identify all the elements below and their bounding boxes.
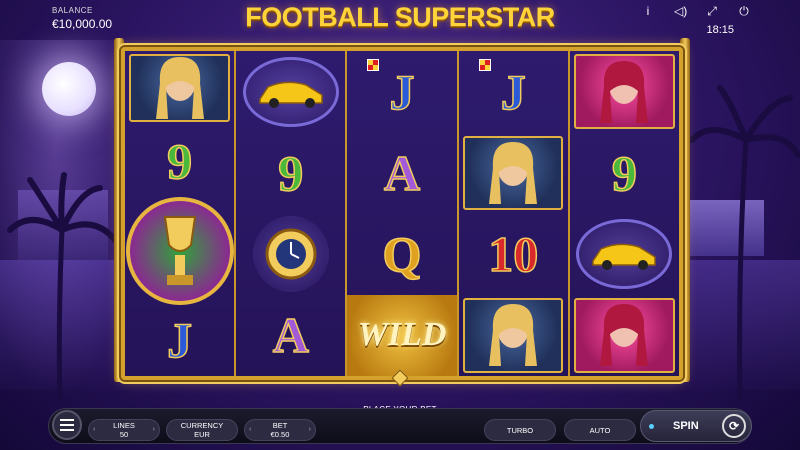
trophy-symbol — [125, 196, 234, 305]
football-chip-icon — [478, 59, 491, 71]
reel-2: 9 A — [236, 51, 348, 376]
reel-cell — [125, 196, 234, 305]
nine-symbol: 9 — [278, 144, 305, 202]
reel-cell: J — [459, 51, 568, 132]
reel-cell: Q — [347, 214, 456, 295]
spin-indicator-dot — [649, 424, 654, 429]
wild-symbol: WILD — [347, 294, 457, 376]
blonde-woman-symbol — [462, 135, 564, 211]
reel-cell: A — [347, 132, 456, 213]
j-symbol: J — [166, 312, 193, 370]
spin-button[interactable]: SPIN ⟳ — [640, 410, 752, 442]
reels: 9 J 9 A J A Q WILD J 10 9 — [125, 51, 679, 376]
q-symbol: Q — [382, 225, 422, 283]
power-icon[interactable]: ⏻ — [738, 4, 750, 19]
nine-symbol: 9 — [166, 132, 193, 190]
sports-car-symbol — [576, 219, 673, 290]
reel-cell: 9 — [236, 132, 345, 213]
menu-button[interactable] — [52, 410, 82, 440]
menu-icon — [60, 419, 74, 421]
palm-tree-decoration-right — [690, 85, 800, 400]
reel-cell — [459, 132, 568, 213]
clock: 18:15 — [706, 24, 734, 36]
palm-tree-decoration-left — [7, 172, 118, 400]
reel-cell: 10 — [459, 214, 568, 295]
decrease-bet-icon[interactable]: ‹ — [249, 425, 251, 434]
spin-label: SPIN — [673, 420, 699, 432]
reel-4: J 10 — [458, 51, 570, 376]
reel-cell — [570, 214, 679, 295]
auto-button[interactable]: AUTO — [564, 419, 636, 441]
spin-icon[interactable]: ⟳ — [722, 414, 746, 438]
reel-cell: 9 — [570, 132, 679, 213]
info-icon[interactable]: i — [642, 4, 654, 19]
reel-cell: 9 — [125, 125, 234, 197]
reels-frame: 9 J 9 A J A Q WILD J 10 9 — [121, 47, 683, 380]
reel-cell: WILD — [347, 294, 457, 376]
reel-1: 9 J — [125, 51, 237, 377]
reel-cell: A — [236, 295, 345, 376]
a-symbol: A — [383, 144, 421, 202]
fullscreen-icon[interactable]: ⤢ — [706, 4, 718, 19]
bet-selector[interactable]: ‹ BET €0.50 › — [244, 419, 316, 441]
top-toolbar: i ◁) ⤢ ⏻ — [642, 4, 750, 19]
red-hair-woman-symbol — [574, 54, 675, 129]
reel-5: 9 — [569, 51, 679, 376]
bet-label: BET — [272, 421, 288, 430]
lines-label: LINES — [113, 421, 135, 430]
reel-cell — [570, 51, 679, 132]
decrease-lines-icon[interactable]: ‹ — [93, 425, 95, 434]
red-hair-woman-symbol — [574, 298, 675, 373]
football-chip-icon — [367, 59, 380, 71]
reel-cell: J — [125, 305, 234, 377]
increase-bet-icon[interactable]: › — [309, 425, 311, 434]
currency-value: EUR — [194, 430, 210, 439]
lines-selector[interactable]: ‹ LINES 50 › — [88, 419, 160, 441]
lines-value: 50 — [119, 430, 129, 439]
ten-symbol: 10 — [487, 225, 539, 283]
sports-car-symbol — [242, 56, 339, 127]
turbo-button[interactable]: TURBO — [484, 419, 556, 441]
reel-cell: J — [347, 51, 456, 132]
reel-cell — [236, 51, 345, 132]
j-symbol: J — [389, 63, 416, 121]
a-symbol: A — [272, 307, 310, 365]
currency-selector[interactable]: CURRENCY EUR — [166, 419, 238, 441]
blonde-woman-symbol — [129, 53, 230, 123]
reel-3: J A Q WILD — [347, 51, 459, 376]
reel-cell — [125, 51, 234, 125]
currency-label: CURRENCY — [180, 421, 224, 430]
sound-icon[interactable]: ◁) — [674, 4, 687, 19]
reel-cell — [459, 295, 568, 376]
blonde-woman-symbol — [462, 298, 564, 373]
gold-watch-symbol — [252, 216, 329, 293]
reel-cell — [236, 214, 345, 295]
nine-symbol: 9 — [611, 144, 638, 202]
j-symbol: J — [500, 63, 527, 121]
reel-cell — [570, 295, 679, 376]
increase-lines-icon[interactable]: › — [153, 425, 155, 434]
moon-decoration — [42, 62, 96, 116]
bet-value: €0.50 — [270, 430, 290, 439]
